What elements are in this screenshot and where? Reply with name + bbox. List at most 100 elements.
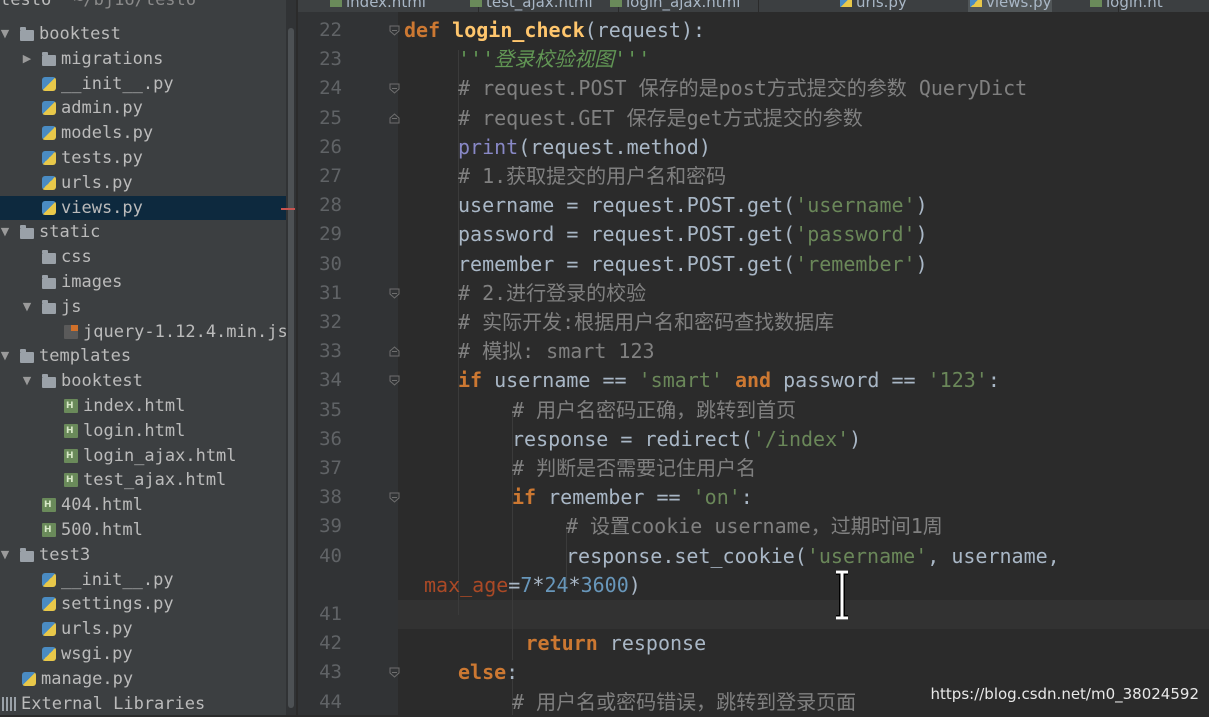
code-line[interactable]: # 用户名或密码错误，跳转到登录页面 xyxy=(512,688,856,717)
html-file-icon xyxy=(610,0,622,7)
tree-item[interactable]: ▼ js xyxy=(0,295,286,319)
tree-item[interactable]: ▼ booktest xyxy=(0,22,286,46)
tree-item[interactable]: index.html xyxy=(0,394,286,418)
editor-tab[interactable]: urls.py xyxy=(838,0,907,12)
project-tree-panel[interactable]: test6 ~/bj16/test6 ▼ booktest ▶ migrations __… xyxy=(0,0,286,715)
tree-item-label: 404.html xyxy=(61,495,143,516)
project-name: test6 xyxy=(0,0,52,10)
tree-item-label: test3 xyxy=(39,544,91,565)
line-number: 41 xyxy=(319,603,342,625)
code-line[interactable]: if remember == 'on': xyxy=(512,483,753,512)
tree-item[interactable]: __init__.py xyxy=(0,568,286,592)
tree-item[interactable]: External Libraries xyxy=(0,692,286,715)
html-file-icon xyxy=(1090,0,1102,7)
code-line[interactable]: def login_check(request): xyxy=(404,16,705,45)
tab-label: views.py xyxy=(986,0,1052,11)
tree-item-label: images xyxy=(61,272,123,292)
tree-item[interactable]: admin.py xyxy=(0,96,286,120)
fold-open-icon[interactable] xyxy=(389,25,400,36)
collapse-arrow-icon[interactable]: ▼ xyxy=(20,369,34,393)
tree-item[interactable]: test_ajax.html xyxy=(0,468,286,492)
py-icon xyxy=(42,151,56,165)
code-line[interactable]: print(request.method) xyxy=(458,133,711,162)
fold-open-icon[interactable] xyxy=(389,375,400,387)
tree-item-label: booktest xyxy=(39,24,121,44)
code-line[interactable]: password = request.POST.get('password') xyxy=(458,220,928,249)
collapse-arrow-icon[interactable]: ▼ xyxy=(0,22,12,46)
fold-open-icon[interactable] xyxy=(389,492,400,503)
editor-tab[interactable]: index.html xyxy=(328,0,426,12)
tree-item[interactable]: urls.py xyxy=(0,171,286,195)
editor-tab[interactable]: views.py xyxy=(968,0,1052,12)
tree-item[interactable]: ▼ static xyxy=(0,220,286,244)
code-line[interactable]: remember = request.POST.get('remember') xyxy=(458,250,928,279)
collapse-arrow-icon[interactable]: ▼ xyxy=(0,220,12,244)
tree-item[interactable]: 404.html xyxy=(0,493,286,517)
fold-open-icon[interactable] xyxy=(389,83,400,95)
code-line[interactable]: '''登录校验视图''' xyxy=(458,45,650,74)
code-line[interactable]: return response xyxy=(526,629,707,658)
tree-item[interactable]: settings.py xyxy=(0,592,286,616)
code-line[interactable]: max_age=7*24*3600) xyxy=(424,571,641,600)
tree-item[interactable]: ▼ booktest xyxy=(0,369,286,393)
tree-item[interactable]: 500.html xyxy=(0,518,286,542)
code-line[interactable]: # 判断是否需要记住用户名 xyxy=(512,454,756,483)
tree-item[interactable]: login_ajax.html xyxy=(0,444,286,468)
code-line[interactable]: # 1.获取提交的用户名和密码 xyxy=(458,162,726,191)
code-line[interactable]: # request.GET 保存是get方式提交的参数 xyxy=(458,104,863,133)
collapse-arrow-icon[interactable]: ▼ xyxy=(20,295,34,319)
tree-item-label: settings.py xyxy=(61,594,174,615)
code-token: 24 xyxy=(544,572,569,597)
tree-item[interactable]: images xyxy=(0,270,286,294)
code-line[interactable]: # 用户名密码正确，跳转到首页 xyxy=(512,396,796,425)
editor-tab[interactable]: test_ajax.html xyxy=(468,0,593,12)
tree-item[interactable]: tests.py xyxy=(0,146,286,170)
code-token: # 1.获取提交的用户名和密码 xyxy=(458,164,727,188)
fold-close-icon[interactable] xyxy=(389,112,400,124)
code-line[interactable]: # 模拟: smart 123 xyxy=(458,337,655,366)
line-number: 22 xyxy=(319,19,342,41)
fold-open-icon[interactable] xyxy=(389,288,400,299)
code-token: ) xyxy=(915,222,928,247)
tree-item[interactable]: views.py xyxy=(0,195,286,220)
expand-arrow-icon[interactable]: ▶ xyxy=(20,47,34,71)
project-root-row[interactable]: test6 ~/bj16/test6 xyxy=(0,0,286,10)
py-icon xyxy=(42,76,56,91)
editor-tab[interactable]: login.ht xyxy=(1088,0,1163,12)
code-line[interactable]: response.set_cookie('username', username… xyxy=(566,542,1060,571)
fold-open-icon[interactable] xyxy=(389,667,400,679)
tree-item[interactable]: login.html xyxy=(0,419,286,443)
tree-item[interactable]: models.py xyxy=(0,121,286,145)
code-token: if xyxy=(512,485,549,510)
tree-item[interactable]: ▶ migrations xyxy=(0,47,286,71)
tree-item[interactable]: wsgi.py xyxy=(0,642,286,666)
tree-item[interactable]: ▼ templates xyxy=(0,344,286,368)
folder-icon xyxy=(20,27,34,41)
code-token: : xyxy=(987,368,1000,393)
tree-item-label: __init__.py xyxy=(61,73,174,94)
code-line[interactable]: # request.POST 保存的是post方式提交的参数 QueryDict xyxy=(458,74,1027,103)
tree-item[interactable]: ▼ test3 xyxy=(0,543,286,567)
collapse-arrow-icon[interactable]: ▼ xyxy=(0,543,12,567)
fold-close-icon[interactable] xyxy=(389,346,400,357)
tree-item[interactable]: urls.py xyxy=(0,617,286,641)
sidebar-scrollbar-thumb[interactable] xyxy=(288,28,294,708)
html-icon xyxy=(64,399,78,413)
code-line[interactable]: username = request.POST.get('username') xyxy=(458,191,928,220)
code-line[interactable]: response = redirect('/index') xyxy=(512,425,861,454)
collapse-arrow-icon[interactable]: ▼ xyxy=(0,344,12,368)
code-line[interactable]: # 设置cookie username，过期时间1周 xyxy=(566,512,943,541)
tree-item-label: css xyxy=(61,247,92,268)
tree-item[interactable]: __init__.py xyxy=(0,72,286,96)
code-line[interactable]: # 实际开发:根据用户名和密码查找数据库 xyxy=(458,308,834,337)
tree-item[interactable]: jquery-1.12.4.min.js xyxy=(0,320,286,344)
py-icon xyxy=(22,671,36,686)
code-line[interactable]: if username == 'smart' and password == '… xyxy=(458,366,1000,395)
tree-item[interactable]: manage.py xyxy=(0,667,286,691)
tree-item-label: admin.py xyxy=(61,98,143,119)
tree-item-label: wsgi.py xyxy=(61,644,133,664)
code-line[interactable]: # 2.进行登录的校验 xyxy=(458,279,646,308)
tree-item[interactable]: css xyxy=(0,245,286,269)
editor-tab[interactable]: login_ajax.html xyxy=(608,0,740,12)
code-line[interactable]: else: xyxy=(458,658,518,687)
